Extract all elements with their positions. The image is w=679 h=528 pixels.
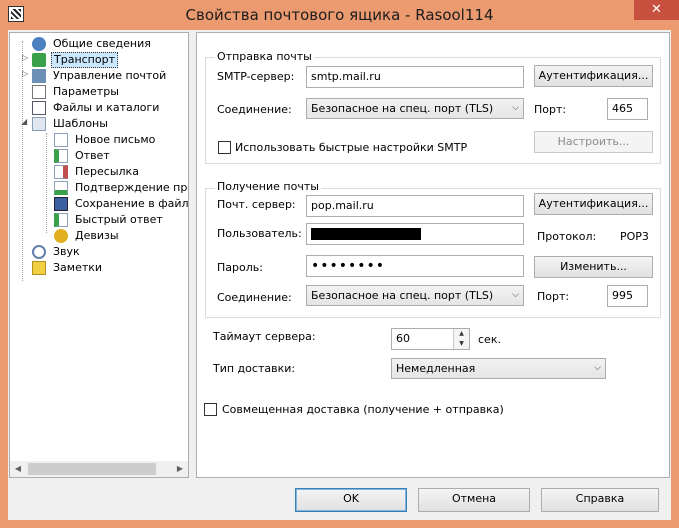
combined-delivery-label: Совмещенная доставка (получение + отправ… [222, 403, 504, 416]
timeout-spinner[interactable]: 60 ▲ ▼ [391, 328, 470, 350]
scroll-left-icon[interactable]: ◀ [10, 461, 26, 477]
user-info-icon [32, 37, 46, 51]
receive-connection-value: Безопасное на спец. порт (TLS) [311, 289, 494, 302]
receive-connection-select[interactable]: Безопасное на спец. порт (TLS) ⌵ [306, 285, 524, 306]
collapse-arrow-icon[interactable]: ◢ [21, 117, 27, 126]
tree-item-label: Звук [53, 245, 80, 258]
help-button[interactable]: Справка [541, 488, 659, 512]
settings-doc-icon [32, 85, 46, 99]
settings-tree[interactable]: Общие сведения ▷ Транспорт ▷ Управление … [9, 32, 189, 478]
send-connection-select[interactable]: Безопасное на спец. порт (TLS) ⌵ [306, 98, 524, 119]
transport-icon [32, 53, 46, 67]
sound-icon [32, 245, 46, 259]
close-button[interactable]: ✕ [634, 0, 679, 20]
configure-button[interactable]: Настроить... [534, 131, 653, 153]
protocol-label: Протокол: [537, 230, 597, 243]
templates-icon [32, 117, 46, 131]
files-folders-icon [32, 101, 46, 115]
send-connection-value: Безопасное на спец. порт (TLS) [311, 102, 494, 115]
receive-port-label: Порт: [537, 290, 570, 303]
ok-button[interactable]: OK [295, 488, 407, 512]
chevron-down-icon: ⌵ [512, 103, 519, 113]
mottos-icon [54, 229, 68, 243]
cancel-button[interactable]: Отмена [418, 488, 530, 512]
smtp-server-input[interactable]: smtp.mail.ru [306, 66, 524, 88]
tree-item-label: Управление почтой [53, 69, 167, 82]
send-auth-button[interactable]: Аутентификация... [534, 65, 653, 87]
delivery-type-select[interactable]: Немедленная ⌵ [391, 358, 606, 379]
timeout-unit: сек. [478, 333, 501, 346]
send-port-input[interactable]: 465 [607, 98, 648, 120]
password-input[interactable]: •••••••• [306, 255, 524, 277]
redacted-username [311, 228, 421, 240]
title-bar: Свойства почтового ящика - Rasool114 ✕ [0, 0, 679, 30]
transport-panel: Отправка почты SMTP-сервер: smtp.mail.ru… [196, 32, 670, 478]
window-title: Свойства почтового ящика - Rasool114 [185, 6, 494, 24]
receive-auth-button[interactable]: Аутентификация... [534, 193, 653, 215]
tree-item-label: Параметры [53, 85, 119, 98]
tree-item-label: Ответ [75, 149, 110, 162]
tree-item-label: Быстрый ответ [75, 213, 163, 226]
read-receipt-icon [54, 181, 68, 195]
receive-group-title: Получение почты [215, 180, 321, 193]
chevron-down-icon: ⌵ [512, 290, 519, 300]
tree-item-label: Файлы и каталоги [53, 101, 160, 114]
smtp-server-label: SMTP-сервер: [217, 70, 295, 83]
tree-item-label: Транспорт [51, 52, 118, 68]
fast-smtp-label: Использовать быстрые настройки SMTP [235, 141, 468, 154]
reply-icon [54, 149, 68, 163]
send-group-title: Отправка почты [215, 50, 314, 63]
spinner-arrows-icon[interactable]: ▲ ▼ [453, 329, 469, 349]
mail-management-icon [32, 69, 46, 83]
pop-server-label: Почт. сервер: [217, 198, 296, 211]
notes-icon [32, 261, 46, 275]
save-file-icon [54, 197, 68, 211]
scroll-thumb[interactable] [28, 463, 156, 475]
tree-horizontal-scrollbar[interactable]: ◀ ▶ [10, 461, 188, 477]
receive-port-input[interactable]: 995 [607, 285, 648, 307]
forward-icon [54, 165, 68, 179]
tree-item-label: Сохранение в файл [75, 197, 189, 210]
scroll-right-icon[interactable]: ▶ [172, 461, 188, 477]
tree-item-label: Девизы [75, 229, 119, 242]
chevron-down-icon: ⌵ [594, 363, 601, 373]
password-label: Пароль: [217, 261, 263, 274]
send-connection-label: Соединение: [217, 103, 292, 116]
pop-server-input[interactable]: pop.mail.ru [306, 195, 524, 217]
expand-arrow-icon[interactable]: ▷ [22, 53, 28, 62]
combined-delivery-checkbox[interactable] [204, 403, 217, 416]
send-port-label: Порт: [534, 103, 567, 116]
delivery-type-label: Тип доставки: [213, 362, 296, 375]
protocol-value: POP3 [620, 230, 649, 243]
receive-connection-label: Соединение: [217, 291, 292, 304]
new-letter-icon [54, 133, 68, 147]
user-label: Пользователь: [217, 227, 302, 240]
expand-arrow-icon[interactable]: ▷ [22, 69, 28, 78]
timeout-label: Таймаут сервера: [213, 330, 316, 343]
timeout-value: 60 [396, 332, 410, 345]
tree-item-label: Заметки [53, 261, 103, 274]
tree-item-label: Подтверждение проч [75, 181, 189, 194]
tree-item-label: Пересылка [75, 165, 139, 178]
delivery-type-value: Немедленная [396, 362, 476, 375]
fast-smtp-checkbox[interactable] [218, 141, 231, 154]
tree-item-label: Новое письмо [75, 133, 156, 146]
quick-reply-icon [54, 213, 68, 227]
change-password-button[interactable]: Изменить... [534, 256, 653, 278]
user-input[interactable] [306, 223, 524, 245]
tree-item-label: Общие сведения [53, 37, 151, 50]
tree-item-label: Шаблоны [53, 117, 108, 130]
